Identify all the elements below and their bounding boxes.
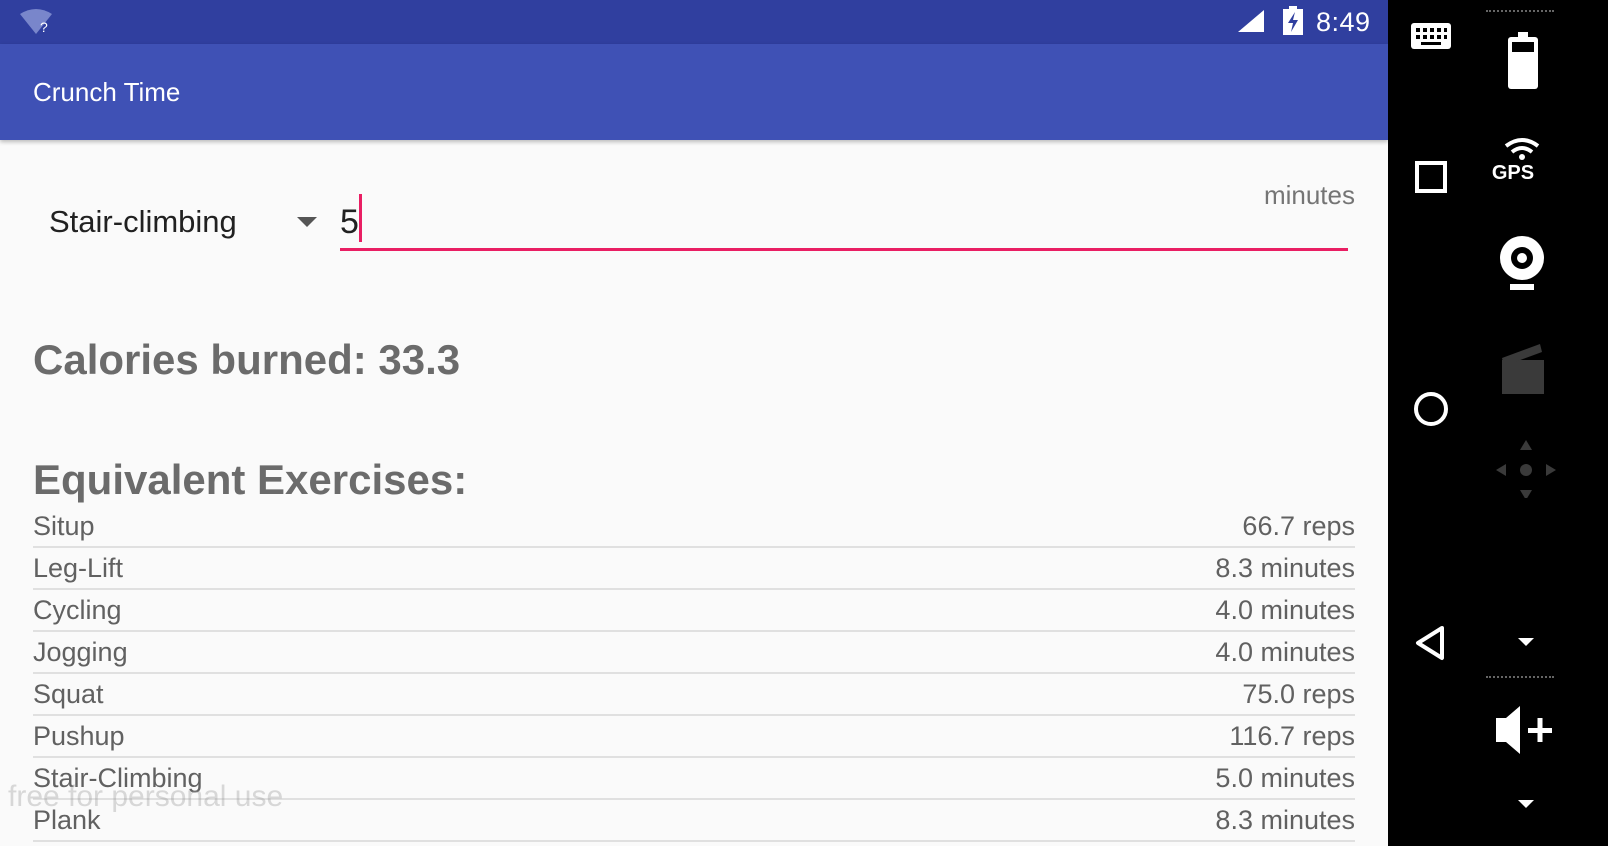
exercise-spinner[interactable]: Stair-climbing [33, 194, 333, 248]
exercise-amount: 8.3 minutes [1215, 553, 1355, 583]
volume-up-icon[interactable] [1482, 700, 1562, 760]
chevron-down-icon[interactable] [1482, 616, 1562, 676]
battery-icon[interactable] [1482, 30, 1562, 90]
exercise-amount: 116.7 reps [1229, 721, 1355, 751]
back-icon[interactable] [1408, 620, 1454, 666]
minutes-label: minutes [1263, 180, 1355, 210]
exercise-amount: 66.7 reps [1242, 511, 1355, 541]
minutes-input[interactable]: 5 [340, 194, 1348, 251]
equivalent-exercises-heading: Equivalent Exercises: [33, 456, 468, 503]
list-item: Pushup 116.7 reps [33, 716, 1355, 758]
list-item: Cycling 4.0 minutes [33, 590, 1355, 632]
list-item: Squat 75.0 reps [33, 674, 1355, 716]
exercise-amount: 8.3 minutes [1215, 805, 1355, 835]
app-title: Crunch Time [33, 77, 181, 107]
dpad-icon[interactable] [1482, 438, 1562, 498]
camera-icon[interactable] [1482, 232, 1562, 292]
exercise-amount: 4.0 minutes [1215, 595, 1355, 625]
keyboard-icon[interactable] [1408, 14, 1454, 60]
exercise-name: Cycling [33, 595, 122, 625]
recents-icon[interactable] [1408, 154, 1454, 200]
app-bar: Crunch Time [0, 44, 1388, 140]
main-content: Stair-climbing 5 minutes Calories burned… [0, 140, 1388, 846]
exercise-name: Situp [33, 511, 95, 541]
exercise-name: Squat [33, 679, 104, 709]
status-time: 8:49 [1316, 7, 1371, 37]
exercise-amount: 75.0 reps [1242, 679, 1355, 709]
gps-label: GPS [1491, 162, 1535, 184]
chevron-down-icon[interactable] [1482, 778, 1562, 838]
minutes-input-value: 5 [340, 203, 359, 241]
divider [1486, 676, 1554, 678]
exercise-spinner-value: Stair-climbing [49, 204, 237, 239]
emulator-toolbar: GPS [1474, 0, 1608, 846]
cell-signal-icon [1238, 10, 1264, 32]
battery-charging-icon [1283, 6, 1303, 35]
exercise-name: Jogging [33, 637, 128, 667]
dropdown-arrow-icon [297, 217, 317, 227]
media-icon[interactable] [1482, 336, 1562, 396]
text-cursor [359, 194, 362, 242]
status-bar: ? 8:49 [0, 0, 1388, 44]
watermark: free for personal use [8, 780, 284, 813]
exercise-amount: 5.0 minutes [1215, 763, 1355, 793]
list-item: Leg-Lift 8.3 minutes [33, 548, 1355, 590]
wifi-unknown-icon: ? [20, 9, 52, 35]
device-screen: ? 8:49 Crunch Time Stair-climbing 5 minu… [0, 0, 1388, 846]
list-item: Situp 66.7 reps [33, 506, 1355, 548]
list-item: Jogging 4.0 minutes [33, 632, 1355, 674]
navigation-bar [1388, 0, 1474, 846]
calories-burned-text: Calories burned: 33.3 [33, 336, 461, 383]
home-icon[interactable] [1408, 386, 1454, 432]
svg-text:?: ? [40, 19, 48, 35]
exercise-amount: 4.0 minutes [1215, 637, 1355, 667]
divider [1486, 10, 1554, 12]
exercise-name: Leg-Lift [33, 553, 124, 583]
exercise-name: Pushup [33, 721, 125, 751]
